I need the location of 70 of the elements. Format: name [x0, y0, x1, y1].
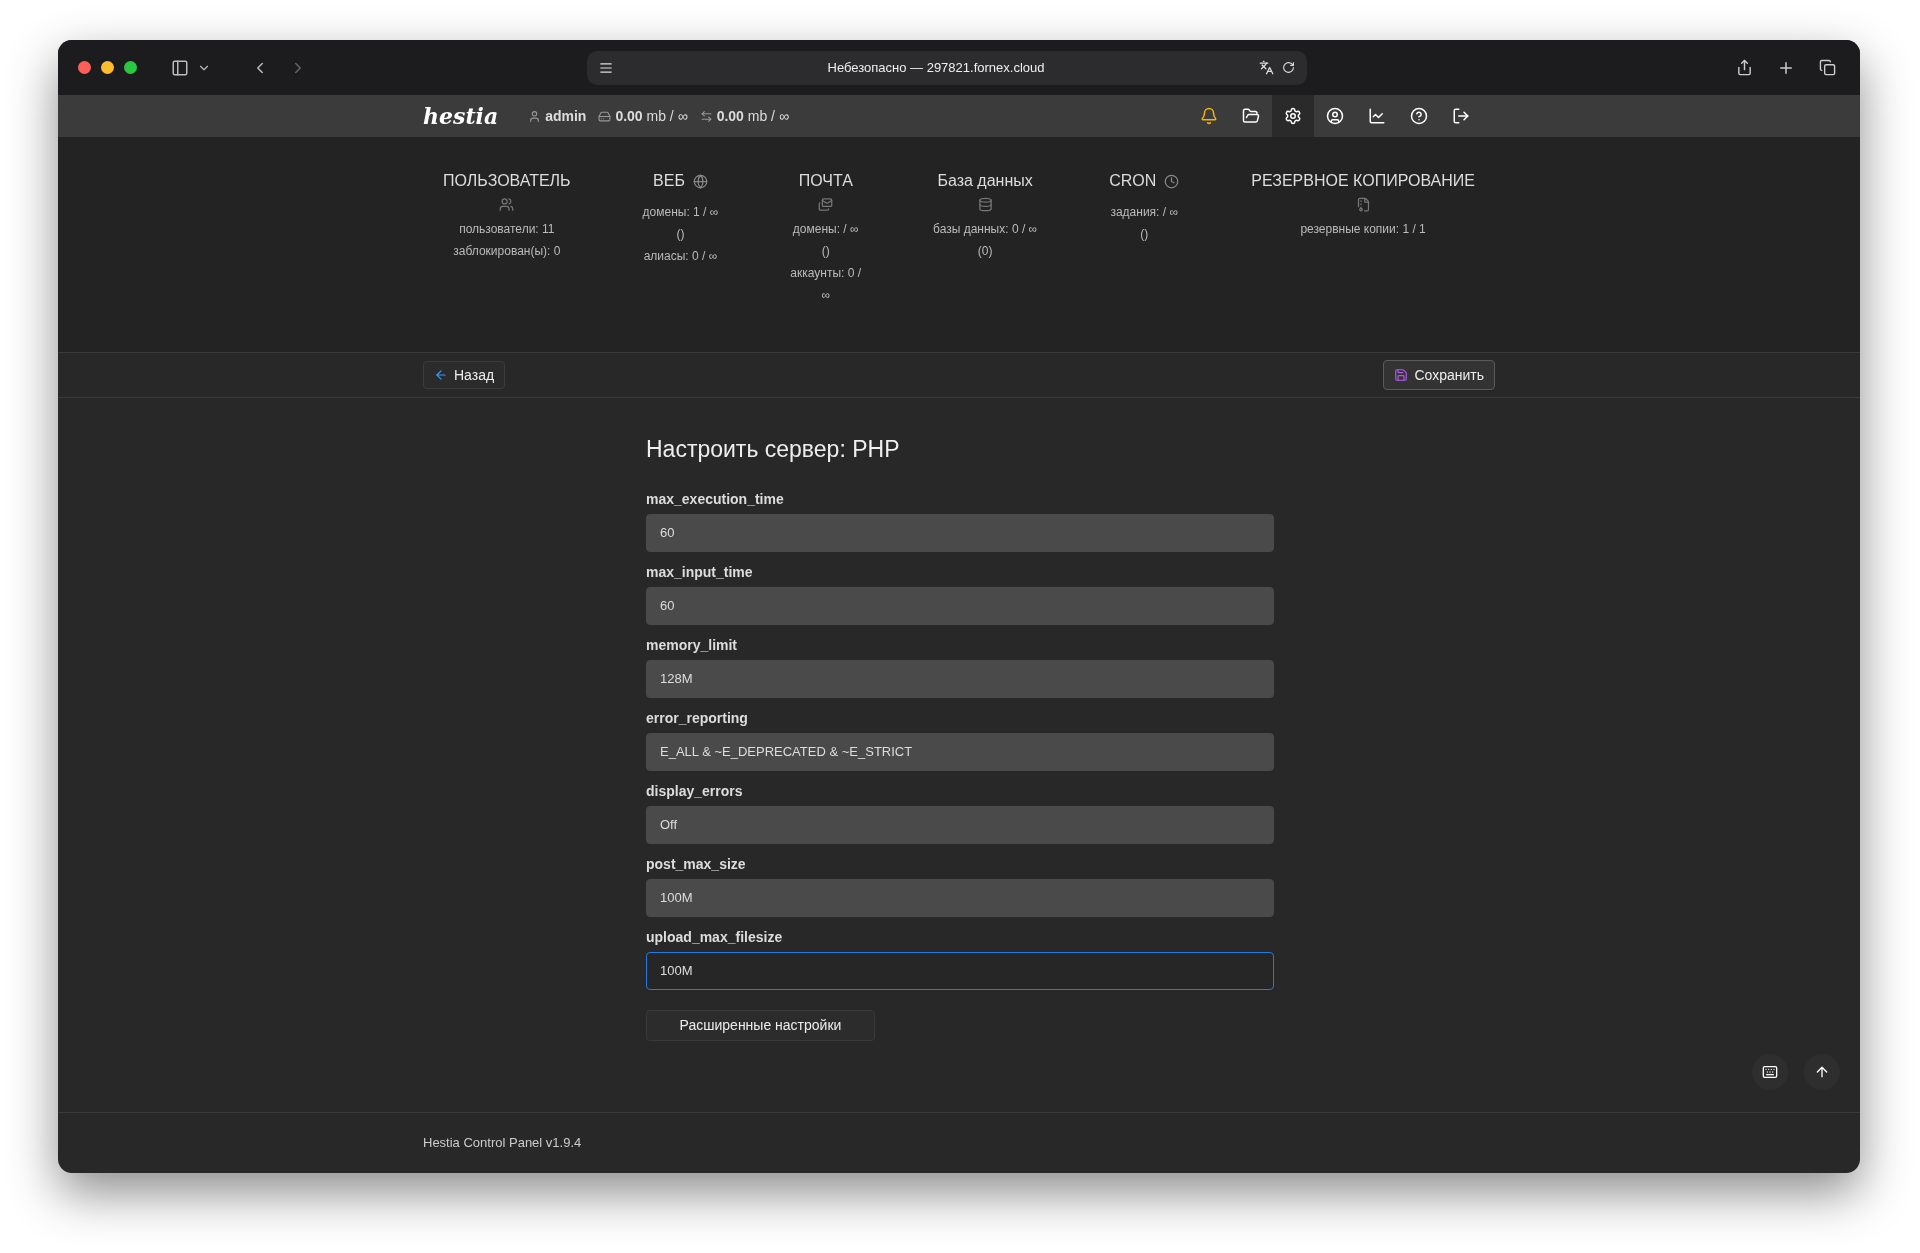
field-label: post_max_size [646, 854, 747, 874]
advanced-settings-button[interactable]: Расширенные настройки [646, 1009, 875, 1041]
keyboard-icon [1762, 1064, 1778, 1080]
share-icon[interactable] [1736, 59, 1753, 76]
transfer-icon [699, 109, 713, 123]
input-field[interactable]: E_ALL & ~E_DEPRECATED & ~E_STRICT [646, 732, 1274, 771]
stat-title[interactable]: ПОЛЬЗОВАТЕЛЬ [443, 169, 571, 193]
sidebar-icon[interactable] [171, 58, 189, 77]
stat-title[interactable]: База данных [937, 169, 1033, 193]
folder-icon [1242, 107, 1260, 125]
user-icon [528, 109, 542, 123]
mail-icon [818, 197, 834, 212]
field-label: memory_limit [646, 635, 739, 655]
tabs-icon[interactable] [1819, 59, 1836, 76]
stat-title[interactable]: ПОЧТА [798, 169, 853, 193]
bandwidth-usage: 0.00 mb / ∞ [716, 106, 789, 126]
input-field[interactable]: 128M [646, 659, 1274, 698]
field-label: error_reporting [646, 708, 749, 728]
page-icon [599, 60, 613, 75]
stat-line: заблокирован(ы): 0 [453, 243, 561, 260]
input-field[interactable]: 60 [646, 513, 1274, 552]
field-label: upload_max_filesize [646, 927, 784, 947]
logout-icon [1452, 107, 1470, 125]
bell-icon [1200, 107, 1218, 125]
users-icon [499, 197, 515, 212]
back-button[interactable]: Назад [423, 361, 506, 389]
address-bar[interactable]: Небезопасно — 297821.fornex.cloud [587, 50, 1307, 85]
reload-icon[interactable] [1282, 61, 1295, 74]
stat-line: () [821, 243, 830, 260]
stat-line: домены: / ∞ [792, 221, 859, 238]
disk-usage: 0.00 mb / ∞ [615, 106, 688, 126]
translate-icon[interactable] [1259, 60, 1274, 75]
stat-line: ∞ [821, 287, 830, 304]
file-icon [1355, 197, 1371, 212]
help-icon [1410, 107, 1428, 125]
stat-line: домены: 1 / ∞ [642, 204, 719, 221]
stat-line: () [1140, 226, 1149, 243]
input-field[interactable]: Off [646, 805, 1274, 844]
save-button[interactable]: Сохранить [1383, 360, 1495, 390]
settings-icon [1284, 107, 1302, 125]
user-icon [1326, 107, 1344, 125]
stat-line: резервные копии: 1 / 1 [1300, 221, 1426, 238]
stat-title[interactable]: ВЕБ [653, 169, 685, 193]
clock-icon [1164, 173, 1180, 189]
field-label: max_input_time [646, 562, 754, 582]
stat-line: базы данных: 0 / ∞ [933, 221, 1038, 238]
username[interactable]: admin [545, 105, 587, 127]
chart-icon [1368, 107, 1386, 125]
stat-line: (0) [977, 243, 993, 260]
stat-title[interactable]: CRON [1109, 169, 1157, 193]
database-icon [977, 197, 993, 212]
stat-line: пользователи: 11 [459, 221, 555, 238]
settings-button[interactable] [1272, 95, 1314, 137]
scroll-top-button[interactable] [1804, 1054, 1840, 1090]
stat-title[interactable]: РЕЗЕРВНОЕ КОПИРОВАНИЕ [1251, 169, 1475, 193]
page-title: Настроить сервер: PHP [646, 435, 901, 464]
logo[interactable]: hestia [423, 99, 499, 133]
globe-icon [692, 173, 708, 189]
input-field[interactable]: 100M [646, 951, 1274, 990]
stat-line: алиасы: 0 / ∞ [643, 248, 718, 265]
input-field[interactable]: 60 [646, 586, 1274, 625]
field-label: display_errors [646, 781, 744, 801]
address-text: Небезопасно — 297821.fornex.cloud [826, 58, 1046, 77]
footer-text: Hestia Control Panel v1.9.4 [423, 1134, 582, 1153]
input-field[interactable]: 100M [646, 878, 1274, 917]
stat-line: аккаунты: 0 / [790, 265, 862, 282]
field-label: max_execution_time [646, 489, 785, 509]
stat-line: () [676, 226, 685, 243]
stat-line: задания: / ∞ [1110, 204, 1178, 221]
keyboard-button[interactable] [1752, 1054, 1788, 1090]
